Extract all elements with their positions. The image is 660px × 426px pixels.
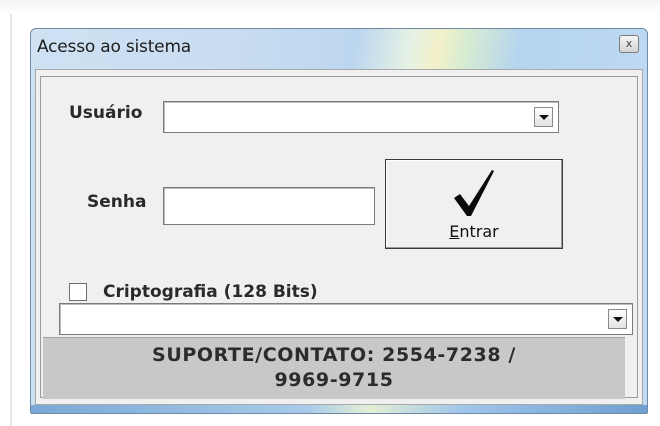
support-line-1: SUPORTE/CONTATO: 2554-7238 /: [152, 344, 516, 366]
desktop-background: Acesso ao sistema x Usuário Senha Entrar…: [0, 0, 660, 426]
entrar-button[interactable]: Entrar: [385, 159, 563, 249]
window-title: Acesso ao sistema: [37, 37, 192, 57]
senha-input[interactable]: [163, 187, 375, 225]
criptografia-label[interactable]: Criptografia (128 Bits): [103, 282, 318, 302]
window-bottom-frame: [31, 405, 647, 413]
desktop-edge: [10, 14, 12, 426]
desktop-strip: [0, 0, 660, 14]
criptografia-checkbox[interactable]: [69, 283, 87, 301]
title-bar[interactable]: Acesso ao sistema x: [31, 29, 647, 67]
close-icon: x: [625, 37, 633, 50]
usuario-label: Usuário: [69, 103, 143, 123]
close-button[interactable]: x: [619, 35, 639, 53]
entrar-label: Entrar: [449, 222, 499, 241]
chevron-down-icon: [613, 317, 623, 322]
support-line-2: 9969-9715: [274, 369, 394, 391]
chevron-down-icon: [539, 115, 549, 120]
server-dropdown-button[interactable]: [608, 309, 627, 329]
server-combobox[interactable]: [59, 303, 633, 335]
checkmark-icon: [454, 170, 494, 216]
usuario-dropdown-button[interactable]: [534, 107, 553, 127]
login-window: Acesso ao sistema x Usuário Senha Entrar…: [30, 28, 648, 414]
senha-label: Senha: [87, 192, 147, 212]
support-contact-bar: SUPORTE/CONTATO: 2554-7238 / 9969-9715: [43, 337, 625, 399]
usuario-combobox[interactable]: [163, 101, 559, 133]
